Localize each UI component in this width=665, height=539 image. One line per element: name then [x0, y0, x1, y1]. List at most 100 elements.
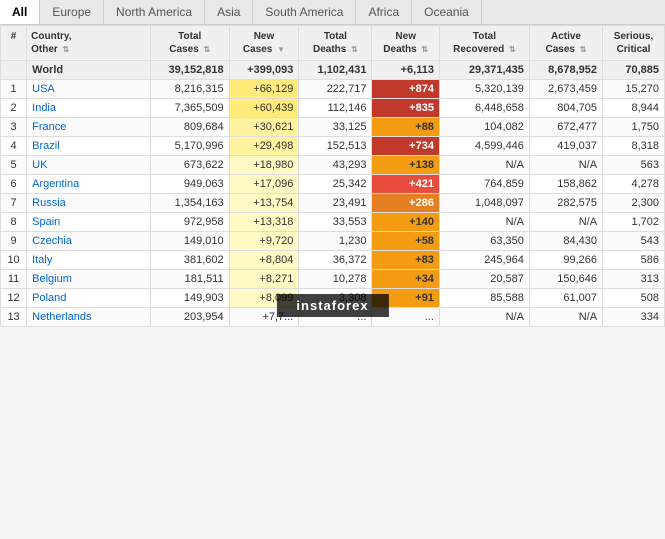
world-total-recovered: 29,371,435 [439, 61, 529, 80]
tab-north-america[interactable]: North America [104, 0, 205, 24]
new-deaths-cell: +91 [372, 289, 439, 308]
total-cases-cell: 181,511 [150, 270, 229, 289]
country-link[interactable]: USA [32, 83, 55, 95]
total-recovered-cell: N/A [439, 308, 529, 327]
country-link[interactable]: Argentina [32, 178, 79, 190]
table-row: 11 Belgium 181,511 +8,271 10,278 +34 20,… [1, 270, 665, 289]
rank-cell: 7 [1, 194, 27, 213]
total-recovered-cell: 85,588 [439, 289, 529, 308]
new-cases-cell: +18,980 [229, 156, 299, 175]
tab-africa[interactable]: Africa [356, 0, 412, 24]
table-row: 12 Poland 149,903 +8,099 3,308 +91 85,58… [1, 289, 665, 308]
country-link[interactable]: UK [32, 159, 47, 171]
country-link[interactable]: France [32, 121, 66, 133]
country-link[interactable]: Russia [32, 197, 66, 209]
country-link[interactable]: Poland [32, 292, 66, 304]
new-deaths-cell: +734 [372, 137, 439, 156]
country-link[interactable]: Italy [32, 254, 52, 266]
table-wrapper: # Country,Other ⇅ TotalCases ⇅ NewCases … [0, 25, 665, 327]
tab-south-america[interactable]: South America [253, 0, 356, 24]
world-total-deaths: 1,102,431 [299, 61, 372, 80]
col-total-cases[interactable]: TotalCases ⇅ [150, 26, 229, 61]
new-cases-cell: +30,621 [229, 118, 299, 137]
country-cell: Czechia [27, 232, 151, 251]
total-deaths-cell: 3,308 [299, 289, 372, 308]
new-deaths-cell: +34 [372, 270, 439, 289]
col-serious-critical[interactable]: Serious,Critical [603, 26, 665, 61]
active-cases-cell: 804,705 [529, 99, 602, 118]
new-cases-cell: +66,129 [229, 80, 299, 99]
world-serious-critical: 70,885 [603, 61, 665, 80]
new-cases-cell: +7,7... [229, 308, 299, 327]
new-deaths-cell: +421 [372, 175, 439, 194]
data-table: # Country,Other ⇅ TotalCases ⇅ NewCases … [0, 25, 665, 327]
table-row: 7 Russia 1,354,163 +13,754 23,491 +286 1… [1, 194, 665, 213]
serious-critical-cell: 563 [603, 156, 665, 175]
table-row: 3 France 809,684 +30,621 33,125 +88 104,… [1, 118, 665, 137]
new-deaths-cell: +140 [372, 213, 439, 232]
tab-europe[interactable]: Europe [40, 0, 104, 24]
world-new-cases: +399,093 [229, 61, 299, 80]
total-deaths-cell: 25,342 [299, 175, 372, 194]
total-deaths-cell: 33,553 [299, 213, 372, 232]
table-row: 8 Spain 972,958 +13,318 33,553 +140 N/A … [1, 213, 665, 232]
total-deaths-cell: 33,125 [299, 118, 372, 137]
country-cell: USA [27, 80, 151, 99]
active-cases-cell: 2,673,459 [529, 80, 602, 99]
serious-critical-cell: 334 [603, 308, 665, 327]
table-row: 9 Czechia 149,010 +9,720 1,230 +58 63,35… [1, 232, 665, 251]
col-rank: # [1, 26, 27, 61]
table-row: 13 Netherlands 203,954 +7,7... ... ... N… [1, 308, 665, 327]
table-row: 4 Brazil 5,170,996 +29,498 152,513 +734 … [1, 137, 665, 156]
total-recovered-cell: 245,964 [439, 251, 529, 270]
new-cases-cell: +8,099 [229, 289, 299, 308]
total-recovered-cell: 4,599,446 [439, 137, 529, 156]
tab-asia[interactable]: Asia [205, 0, 253, 24]
serious-critical-cell: 4,278 [603, 175, 665, 194]
total-cases-cell: 149,010 [150, 232, 229, 251]
total-cases-cell: 8,216,315 [150, 80, 229, 99]
new-cases-cell: +8,271 [229, 270, 299, 289]
table-row: 10 Italy 381,602 +8,804 36,372 +83 245,9… [1, 251, 665, 270]
total-recovered-cell: N/A [439, 156, 529, 175]
new-deaths-cell: +138 [372, 156, 439, 175]
country-link[interactable]: Belgium [32, 273, 72, 285]
active-cases-cell: 419,037 [529, 137, 602, 156]
total-cases-cell: 972,958 [150, 213, 229, 232]
world-active-cases: 8,678,952 [529, 61, 602, 80]
total-deaths-cell: 112,146 [299, 99, 372, 118]
country-cell: France [27, 118, 151, 137]
col-new-deaths[interactable]: NewDeaths ⇅ [372, 26, 439, 61]
new-cases-cell: +17,096 [229, 175, 299, 194]
rank-cell: 10 [1, 251, 27, 270]
tab-all[interactable]: All [0, 0, 40, 24]
tab-oceania[interactable]: Oceania [412, 0, 482, 24]
country-link[interactable]: Spain [32, 216, 60, 228]
total-recovered-cell: 764,859 [439, 175, 529, 194]
total-deaths-cell: 152,513 [299, 137, 372, 156]
country-link[interactable]: India [32, 102, 56, 114]
total-cases-cell: 149,903 [150, 289, 229, 308]
total-deaths-cell: 23,491 [299, 194, 372, 213]
new-cases-cell: +29,498 [229, 137, 299, 156]
total-cases-cell: 673,622 [150, 156, 229, 175]
new-cases-cell: +9,720 [229, 232, 299, 251]
total-deaths-cell: 43,293 [299, 156, 372, 175]
serious-critical-cell: 8,944 [603, 99, 665, 118]
total-cases-cell: 949,063 [150, 175, 229, 194]
new-cases-cell: +60,439 [229, 99, 299, 118]
country-link[interactable]: Brazil [32, 140, 60, 152]
total-recovered-cell: 104,082 [439, 118, 529, 137]
total-deaths-cell: ... [299, 308, 372, 327]
serious-critical-cell: 543 [603, 232, 665, 251]
country-link[interactable]: Netherlands [32, 311, 91, 323]
new-deaths-cell: +286 [372, 194, 439, 213]
col-total-deaths[interactable]: TotalDeaths ⇅ [299, 26, 372, 61]
active-cases-cell: 150,646 [529, 270, 602, 289]
serious-critical-cell: 15,270 [603, 80, 665, 99]
country-link[interactable]: Czechia [32, 235, 72, 247]
active-cases-cell: 84,430 [529, 232, 602, 251]
col-new-cases[interactable]: NewCases ▼ [229, 26, 299, 61]
col-total-recovered[interactable]: TotalRecovered ⇅ [439, 26, 529, 61]
col-active-cases[interactable]: ActiveCases ⇅ [529, 26, 602, 61]
